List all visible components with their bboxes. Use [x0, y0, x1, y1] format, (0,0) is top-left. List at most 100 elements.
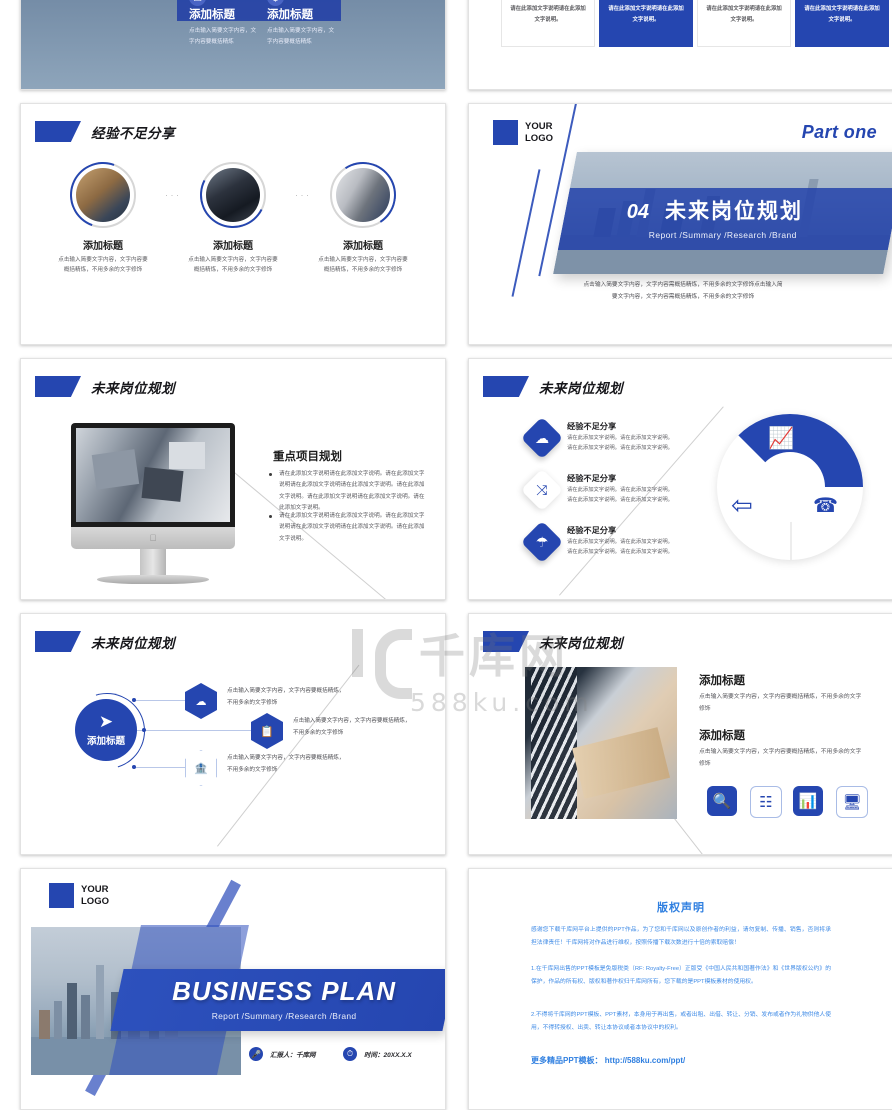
clock-icon: ⏱ [343, 1047, 357, 1061]
overlay-card-0[interactable]: ▣ 添加标题 点击输入简要文字内容，文字内容要概括精炼 [189, 0, 261, 48]
slide-title-text: 经验不足分享 [91, 125, 175, 141]
content-heading: 重点项目规划 [273, 451, 342, 463]
arrow-circle-left-icon: ⇦ [731, 490, 753, 520]
feature-card[interactable]: 请在此添加文字说明请在此添加文字说明。 [599, 0, 693, 47]
slide-top-right[interactable]: 请在此添加文字说明请在此添加文字说明。 请在此添加文字说明请在此添加文字说明。 … [468, 0, 892, 90]
link-url: http://588ku.com/ppt/ [604, 1056, 686, 1065]
logo-text: YOUR LOGO [525, 121, 553, 145]
imac-stand-neck [140, 549, 166, 577]
server-screen-icon[interactable]: 🖥 [836, 786, 868, 818]
more-templates-link[interactable]: 更多精品PPT模板： http://588ku.com/ppt/ [531, 1055, 685, 1066]
imac-stand-base [97, 575, 209, 584]
meeting-photo [76, 168, 130, 222]
copyright-heading: 版权声明 [657, 902, 705, 914]
description-line-1: 点击输入简要文字内容，文字内容需概括精炼，不用多余的文字修饰点击输入简 [583, 282, 783, 288]
copyright-paragraph-2: 1.在千库网出售的PPT模板是免版税类（RF: Royalty-Free）正版受… [531, 966, 831, 986]
slide-title-text: 未来岗位规划 [91, 380, 175, 396]
circle-heading: 添加标题 [83, 241, 123, 252]
phone-icon: ☎ [813, 495, 838, 517]
slide-cover[interactable]: YOUR LOGO BUSINESS PLAN Report /Summary … [20, 868, 446, 1110]
feature-card[interactable]: 请在此添加文字说明请在此添加文字说明。 [795, 0, 889, 47]
document-icon: 📋 [260, 725, 274, 738]
logo-line-1: YOUR [81, 883, 109, 895]
title-flag-shape [35, 121, 81, 142]
circle-heading: 添加标题 [213, 241, 253, 252]
bullet-dot-icon [269, 515, 272, 518]
slide-title: 未来岗位规划 [483, 631, 623, 652]
list-icon-diamond[interactable]: ☂ [520, 520, 564, 564]
block-body: 点击输入简要文字内容，文字内容要概括精炼，不用多余的文字修饰 [699, 694, 862, 712]
circle-body: 点击输入简要文字内容，文字内容要概括精炼，不用多余的文字修饰 [318, 257, 408, 273]
card-text: 请在此添加文字说明请在此添加文字说明。 [706, 6, 782, 23]
hex-item[interactable]: 📋 [251, 713, 283, 749]
section-title: 未来岗位规划 [665, 200, 804, 223]
hex-item[interactable]: ☁ [185, 683, 217, 719]
list-icon-diamond[interactable]: ☁ [520, 416, 564, 460]
item-heading: 经验不足分享 [567, 526, 617, 535]
hex-text: 点击输入简要文字内容，文字内容要概括精炼， 不用多余的文字修饰 [227, 753, 387, 776]
logo-square-icon [493, 120, 518, 145]
slide-title-text: 未来岗位规划 [539, 635, 623, 651]
bullet-text: 请在此添加文字说明请在此添加文字说明。请在此添加文字说明请在此添加文字说明请在此… [279, 513, 425, 542]
card-text: 请在此添加文字说明请在此添加文字说明。 [510, 6, 586, 23]
circle-heading: 添加标题 [343, 241, 383, 252]
logo: YOUR LOGO [49, 883, 109, 908]
report-search-icon[interactable]: 🔍 [707, 786, 737, 816]
org-chart-icon[interactable]: ☷ [750, 786, 782, 818]
circle-item[interactable]: 添加标题 点击输入简要文字内容，文字内容要概括精炼，不用多余的文字修饰 [311, 155, 415, 276]
hex-item[interactable]: 🏦 [185, 750, 217, 786]
umbrella-icon: ☂ [535, 534, 549, 550]
copyright-paragraph-1: 感谢您下载千库网平台上提供的PPT作品，为了您和千库网以及原创作者的利益，请勿复… [531, 927, 831, 947]
slide-top-left[interactable]: ▣ 添加标题 点击输入简要文字内容，文字内容要概括精炼 $ 添加标题 点击输入简… [20, 0, 446, 90]
team-working-photo [76, 428, 230, 522]
apple-logo-icon:  [150, 533, 157, 543]
circle-body: 点击输入简要文字内容，文字内容要概括精炼，不用多余的文字修饰 [188, 257, 278, 273]
circle-item[interactable]: 添加标题 点击输入简要文字内容，文字内容要概括精炼，不用多余的文字修饰 [51, 151, 155, 276]
cloud-icon: ☁ [195, 695, 207, 708]
title-flag-shape [483, 631, 529, 652]
slide-experience-circles[interactable]: 经验不足分享 添加标题 点击输入简要文字内容，文字内容要概括精炼，不用多余的文字… [20, 103, 446, 345]
typing-photo [336, 168, 390, 222]
circle-graphic [59, 151, 147, 239]
diagonal-stroke-icon [511, 169, 541, 297]
slide-title: 未来岗位规划 [35, 376, 175, 397]
slide-title: 经验不足分享 [35, 121, 175, 142]
list-icon-diamond[interactable]: ⤨ [520, 468, 564, 512]
overlay-card-1[interactable]: $ 添加标题 点击输入简要文字内容，文字内容要概括精炼 [267, 0, 339, 48]
logo-text: YOUR LOGO [81, 884, 109, 908]
circle-graphic [191, 153, 275, 237]
link-label: 更多精品PPT模板： [531, 1056, 603, 1065]
imac-mockup:  [71, 423, 235, 588]
slide-hexagons[interactable]: 未来岗位规划 ➤ 添加标题 ☁ 点击输入简要文字内容，文字内容要概括精炼， 不用… [20, 613, 446, 855]
connector-line [133, 767, 187, 768]
imac-screen [71, 423, 235, 527]
slide-copyright[interactable]: 版权声明 感谢您下载千库网平台上提供的PPT作品，为了您和千库网以及原创作者的利… [468, 868, 892, 1110]
circle-item[interactable]: 添加标题 点击输入简要文字内容，文字内容要概括精炼，不用多余的文字修饰 [181, 153, 285, 276]
item-body-line-1: 请在此添加文字说明。请在此添加文字说明。 [567, 487, 673, 493]
signing-document-photo [525, 667, 677, 819]
hex-text-line-1: 点击输入简要文字内容，文字内容要概括精炼， [227, 755, 345, 761]
connector-line [133, 700, 187, 701]
section-subtitle: Report /Summary /Research /Brand [648, 230, 797, 240]
feature-card[interactable]: 请在此添加文字说明请在此添加文字说明。 [697, 0, 791, 47]
slide-part-one[interactable]: YOUR LOGO Part one 04 未来岗位规划 Report /Sum… [468, 103, 892, 345]
slide-imac[interactable]: 未来岗位规划  重点项目规划 请在此添加文字说明请在此添加文字说明。请在此添加… [20, 358, 446, 600]
slide-title: 未来岗位规划 [483, 376, 623, 397]
connector-node [142, 728, 146, 732]
hex-text-line-2: 不用多余的文字修饰 [293, 729, 344, 736]
slide-donut[interactable]: 未来岗位规划 ☁ 经验不足分享 请在此添加文字说明。请在此添加文字说明。 请在此… [468, 358, 892, 600]
date-text: 时间：20XX.X.X [364, 1052, 412, 1059]
connector-node [132, 698, 136, 702]
slide-title-text: 未来岗位规划 [91, 635, 175, 651]
cover-title: BUSINESS PLAN [172, 976, 397, 1006]
presentation-icon[interactable]: 📊 [793, 786, 823, 816]
hex-text: 点击输入简要文字内容，文字内容要概括精炼， 不用多余的文字修饰 [227, 686, 387, 709]
section-description: 点击输入简要文字内容，文字内容需概括精炼，不用多余的文字修饰点击输入简 要文字内… [533, 280, 833, 304]
slide-photo-text[interactable]: 未来岗位规划 添加标题 点击输入简要文字内容，文字内容要概括精炼，不用多余的文字… [468, 613, 892, 855]
slide-title: 未来岗位规划 [35, 631, 175, 652]
feature-card[interactable]: 请在此添加文字说明请在此添加文字说明。 [501, 0, 595, 47]
connector-node [132, 765, 136, 769]
copyright-paragraph-3: 2.不得将千库网的PPT模板、PPT素材，本身用于再出售，或者出租、出借、转让、… [531, 1012, 831, 1032]
donut-chart: 📈 ⇦ ☎ [717, 414, 863, 560]
logo-square-icon [49, 883, 74, 908]
